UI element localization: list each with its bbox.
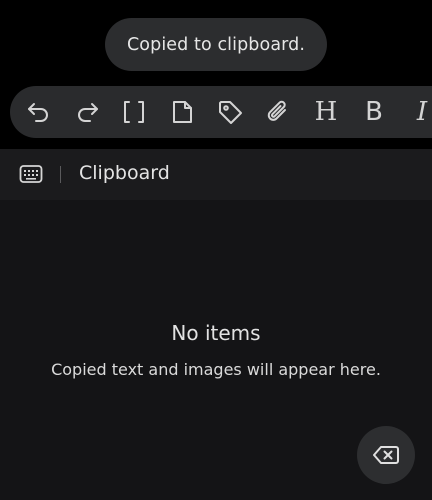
redo-icon <box>78 103 98 122</box>
note-button[interactable] <box>162 92 202 132</box>
brackets-button[interactable] <box>114 92 154 132</box>
toast-notification: Copied to clipboard. <box>105 18 327 71</box>
redo-button[interactable] <box>67 92 107 132</box>
empty-state-description: Copied text and images will appear here. <box>51 360 381 379</box>
toast-message: Copied to clipboard. <box>126 34 306 55</box>
bold-button[interactable]: B <box>354 92 394 132</box>
clipboard-panel: Clipboard No items Copied text and image… <box>0 149 432 500</box>
note-icon <box>173 101 192 123</box>
backspace-icon <box>373 446 399 464</box>
screen: Copied to clipboard. H B I Clipboard No … <box>0 0 432 500</box>
clipboard-title: Clipboard <box>79 162 170 184</box>
italic-icon: I <box>416 97 428 127</box>
header-divider <box>60 166 61 183</box>
paperclip-icon <box>267 100 286 121</box>
undo-button[interactable] <box>19 92 59 132</box>
empty-state-title: No items <box>171 321 261 345</box>
tag-icon <box>219 101 242 124</box>
attach-button[interactable] <box>258 92 298 132</box>
bold-icon: B <box>365 97 383 127</box>
heading-button[interactable]: H <box>306 92 346 132</box>
brackets-icon <box>124 101 144 123</box>
italic-button[interactable]: I <box>402 92 432 132</box>
tag-button[interactable] <box>210 92 250 132</box>
keyboard-icon <box>19 165 43 183</box>
formatting-toolbar: H B I <box>10 86 432 138</box>
heading-icon: H <box>314 97 338 127</box>
keyboard-button[interactable] <box>19 163 43 185</box>
undo-icon <box>28 103 48 122</box>
clipboard-header: Clipboard <box>0 149 432 200</box>
backspace-button[interactable] <box>357 426 415 484</box>
